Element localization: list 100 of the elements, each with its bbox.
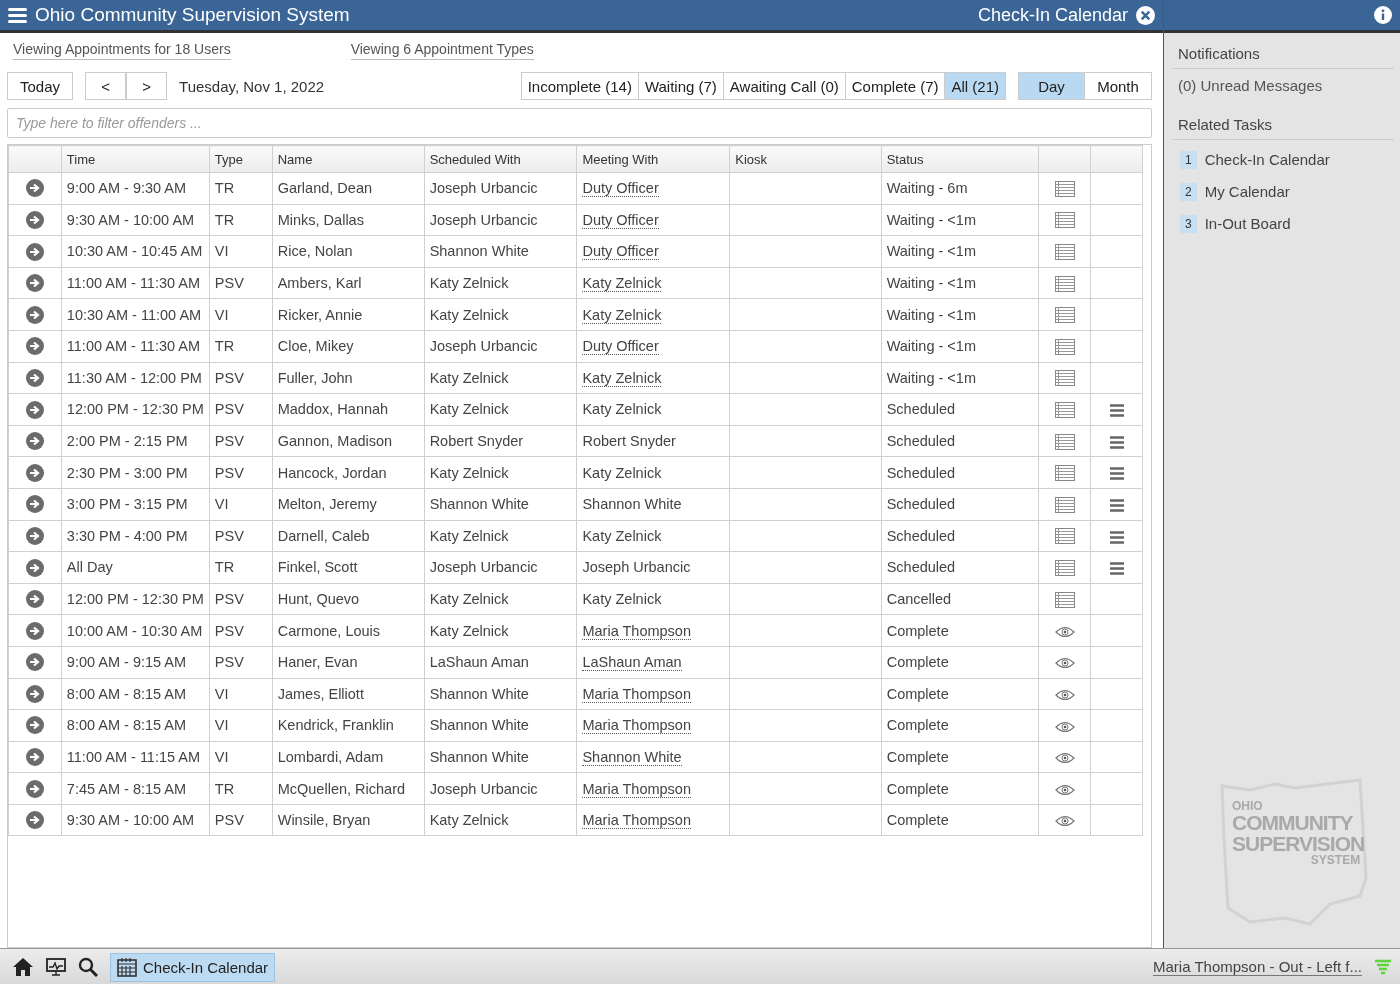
related-task-link[interactable]: Check-In Calendar: [1204, 151, 1330, 168]
unread-messages-link[interactable]: (0) Unread Messages: [1172, 69, 1394, 104]
arrow-circle-icon[interactable]: [25, 432, 44, 451]
notes-icon[interactable]: [1054, 496, 1075, 513]
status-cell: Waiting - <1m: [881, 204, 1039, 236]
type-cell: VI: [209, 741, 273, 773]
related-task-link[interactable]: My Calendar: [1204, 183, 1290, 200]
info-icon[interactable]: [1374, 6, 1392, 24]
related-task-link[interactable]: In-Out Board: [1204, 215, 1291, 232]
menu-icon[interactable]: [1109, 435, 1124, 449]
monitor-icon[interactable]: [46, 958, 66, 976]
menu-icon[interactable]: [1109, 498, 1124, 512]
status-filter-tab[interactable]: Incomplete (14): [520, 72, 639, 100]
arrow-circle-icon[interactable]: [25, 526, 44, 545]
name-cell: Maddox, Hannah: [272, 393, 425, 426]
name-cell: Ricker, Annie: [272, 298, 425, 331]
notes-icon[interactable]: [1054, 275, 1075, 292]
notes-icon[interactable]: [1054, 212, 1075, 229]
menu-icon[interactable]: [1109, 467, 1124, 481]
status-filter-tab[interactable]: Waiting (7): [638, 72, 724, 100]
previous-button[interactable]: <: [85, 72, 127, 100]
view-tab[interactable]: Day: [1018, 72, 1085, 100]
scheduled-with-cell: LaShaun Aman: [424, 646, 577, 678]
eye-icon[interactable]: [1054, 625, 1075, 638]
eye-icon[interactable]: [1054, 783, 1075, 796]
type-cell: PSV: [209, 804, 273, 836]
type-cell: TR: [209, 772, 273, 805]
arrow-circle-icon[interactable]: [25, 495, 44, 514]
menu-icon[interactable]: [8, 7, 27, 23]
notes-icon[interactable]: [1054, 433, 1075, 450]
arrow-circle-icon[interactable]: [25, 400, 44, 419]
menu-icon[interactable]: [1109, 562, 1124, 576]
arrow-circle-icon[interactable]: [25, 811, 44, 830]
name-cell: James, Elliott: [272, 678, 425, 710]
notes-icon[interactable]: [1054, 465, 1075, 482]
name-cell: Winsile, Bryan: [272, 804, 425, 836]
status-cell: Scheduled: [881, 393, 1039, 426]
arrow-circle-icon[interactable]: [25, 684, 44, 703]
meeting-with-text: Joseph Urbancic: [582, 559, 691, 576]
notes-icon[interactable]: [1054, 591, 1075, 608]
status-cell: Complete: [881, 646, 1039, 678]
arrow-circle-icon[interactable]: [25, 621, 44, 640]
arrow-circle-icon[interactable]: [25, 716, 44, 735]
arrow-circle-icon[interactable]: [25, 274, 44, 293]
scheduled-with-cell: Shannon White: [424, 488, 577, 521]
time-cell: 9:00 AM - 9:15 AM: [61, 646, 210, 678]
arrow-circle-icon[interactable]: [25, 590, 44, 609]
types-filter-link[interactable]: Viewing 6 Appointment Types: [350, 41, 534, 60]
status-cell: Scheduled: [881, 520, 1039, 552]
status-filter-tab[interactable]: Complete (7): [845, 72, 946, 100]
users-filter-link[interactable]: Viewing Appointments for 18 Users: [13, 41, 231, 60]
arrow-circle-icon[interactable]: [25, 242, 44, 261]
arrow-circle-icon[interactable]: [25, 558, 44, 577]
time-cell: 11:30 AM - 12:00 PM: [61, 362, 210, 394]
arrow-circle-icon[interactable]: [25, 337, 44, 356]
notes-icon[interactable]: [1054, 180, 1075, 197]
filter-field[interactable]: Type here to filter offenders ...: [7, 108, 1152, 138]
notes-icon[interactable]: [1054, 560, 1075, 576]
status-cell: Complete: [881, 709, 1039, 742]
scheduled-with-cell: Katy Zelnick: [424, 520, 577, 552]
notes-icon[interactable]: [1054, 402, 1075, 419]
eye-icon[interactable]: [1054, 752, 1075, 765]
time-cell: 3:00 PM - 3:15 PM: [61, 488, 210, 521]
home-icon[interactable]: [12, 957, 34, 977]
arrow-circle-icon[interactable]: [25, 305, 44, 324]
menu-icon[interactable]: [1109, 404, 1124, 418]
view-tab[interactable]: Month: [1085, 72, 1152, 100]
name-cell: Minks, Dallas: [272, 204, 425, 236]
eye-icon[interactable]: [1054, 657, 1075, 670]
today-button[interactable]: Today: [7, 72, 74, 100]
calendar-icon: [117, 957, 137, 977]
eye-icon[interactable]: [1054, 688, 1075, 701]
time-cell: 11:00 AM - 11:30 AM: [61, 330, 210, 363]
arrow-circle-icon[interactable]: [25, 779, 44, 798]
arrow-circle-icon[interactable]: [25, 179, 44, 198]
meeting-with-text: Robert Snyder: [582, 433, 676, 450]
arrow-circle-icon[interactable]: [25, 368, 44, 387]
status-filter-tab[interactable]: All (21): [945, 72, 1006, 100]
notes-icon[interactable]: [1054, 307, 1075, 324]
type-cell: TR: [209, 172, 273, 205]
eye-icon[interactable]: [1054, 720, 1075, 733]
time-cell: 2:00 PM - 2:15 PM: [61, 425, 210, 457]
arrow-circle-icon[interactable]: [25, 653, 44, 672]
search-icon[interactable]: [78, 957, 98, 977]
eye-icon[interactable]: [1054, 815, 1075, 828]
next-button[interactable]: >: [126, 72, 168, 100]
user-status-link[interactable]: Maria Thompson - Out - Left f...: [1153, 958, 1362, 976]
notes-icon[interactable]: [1054, 244, 1075, 261]
arrow-circle-icon[interactable]: [25, 210, 44, 229]
column-header: Type: [209, 145, 273, 173]
taskbar-app-button[interactable]: Check-In Calendar: [110, 952, 276, 982]
notes-icon[interactable]: [1054, 338, 1075, 355]
close-icon[interactable]: [1136, 5, 1155, 25]
arrow-circle-icon[interactable]: [25, 748, 44, 767]
notes-icon[interactable]: [1054, 528, 1075, 545]
notes-icon[interactable]: [1054, 370, 1075, 387]
menu-icon[interactable]: [1109, 530, 1124, 544]
arrow-circle-icon[interactable]: [25, 463, 44, 482]
status-filter-tab[interactable]: Awaiting Call (0): [723, 72, 846, 100]
type-cell: VI: [209, 298, 273, 331]
